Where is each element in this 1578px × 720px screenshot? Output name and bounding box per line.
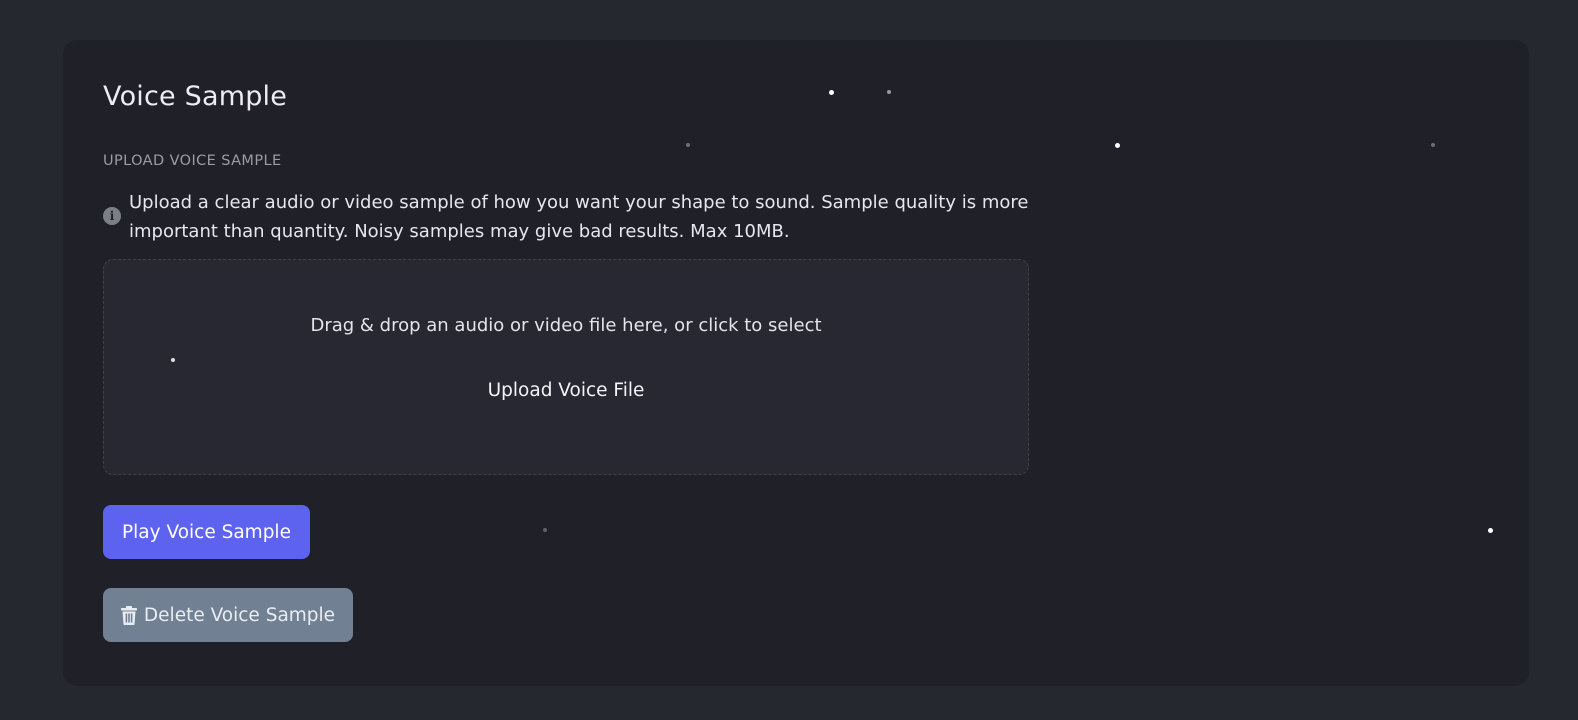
sparkle-dot	[1431, 143, 1435, 147]
upload-section-label: UPLOAD VOICE SAMPLE	[103, 153, 282, 169]
info-text: Upload a clear audio or video sample of …	[129, 192, 1029, 242]
sparkle-dot	[1488, 528, 1493, 533]
file-dropzone[interactable]: Drag & drop an audio or video file here,…	[103, 259, 1029, 475]
sparkle-dot	[1115, 143, 1120, 148]
sparkle-dot	[171, 358, 175, 362]
delete-voice-sample-button[interactable]: Delete Voice Sample	[103, 588, 353, 642]
voice-sample-card: Voice Sample UPLOAD VOICE SAMPLE i Uploa…	[63, 40, 1529, 686]
sparkle-dot	[829, 90, 834, 95]
delete-button-label: Delete Voice Sample	[143, 604, 336, 626]
trash-icon	[120, 605, 137, 625]
sparkle-dot	[543, 528, 547, 532]
dropzone-instruction: Drag & drop an audio or video file here,…	[310, 315, 822, 336]
section-title: Voice Sample	[103, 81, 288, 112]
play-voice-sample-button[interactable]: Play Voice Sample	[103, 505, 310, 559]
info-circle-icon: i	[103, 207, 121, 225]
sparkle-dot	[686, 143, 690, 147]
sparkle-dot	[887, 90, 891, 94]
upload-voice-file-link[interactable]: Upload Voice File	[104, 380, 1028, 401]
